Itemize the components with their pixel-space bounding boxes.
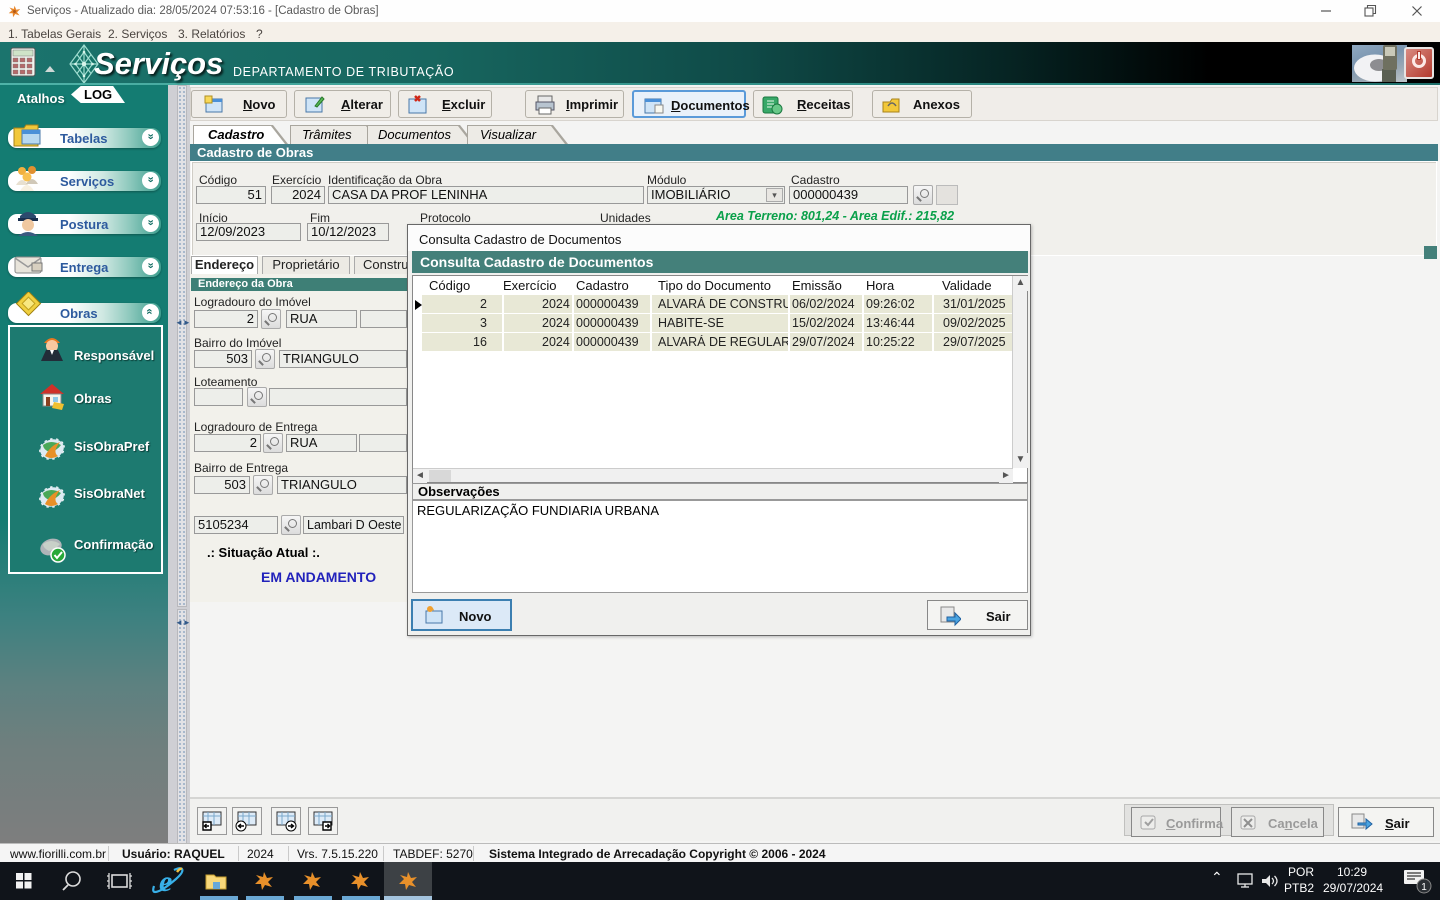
svg-text:1: 1 [1421,882,1427,893]
svg-text:e: e [159,865,172,898]
